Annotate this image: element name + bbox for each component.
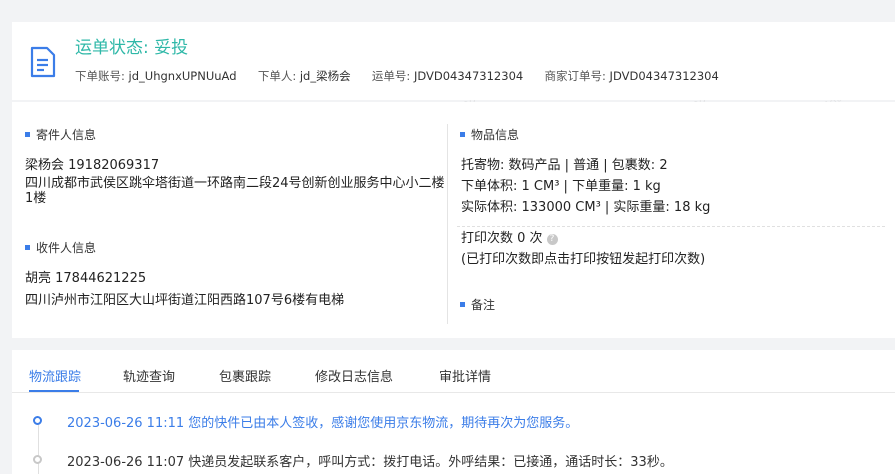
merchant-order-label: 商家订单号: bbox=[544, 69, 606, 83]
account-label: 下单账号: bbox=[75, 69, 125, 83]
receiver-address: 四川泸州市江阳区大山坪街道江阳西路107号6楼有电梯 bbox=[25, 293, 345, 308]
tab-change-log[interactable]: 修改日志信息 bbox=[315, 366, 393, 385]
timeline-item: 2023-06-26 11:11 您的快件已由本人签收，感谢您使用京东物流，期待… bbox=[67, 416, 579, 431]
account-value: jd_UhgnxUPNUuAd bbox=[128, 69, 237, 83]
goods-section-title: 物品信息 bbox=[460, 126, 519, 143]
tab-package-tracking[interactable]: 包裹跟踪 bbox=[219, 366, 271, 385]
goods-line-3: 实际体积: 133000 CM³ | 实际重量: 18 kg bbox=[461, 200, 711, 215]
timeline-line bbox=[38, 420, 39, 474]
receiver-name-phone: 胡亮 17844621225 bbox=[25, 271, 147, 286]
tab-logistics-tracking[interactable]: 物流跟踪 bbox=[29, 366, 81, 385]
tracking-card: 物流跟踪 轨迹查询 包裹跟踪 修改日志信息 审批详情 2023-06-26 11… bbox=[12, 350, 895, 474]
receiver-section-title: 收件人信息 bbox=[25, 239, 96, 256]
merchant-order-value: JDVD04347312304 bbox=[609, 69, 719, 83]
detail-card: 寄件人信息 梁杨会 19182069317 四川成都市武侯区跳伞塔街道一环路南二… bbox=[12, 102, 895, 338]
print-count: 打印次数 0 次? bbox=[461, 227, 558, 246]
remarks-section-title: 备注 bbox=[460, 296, 495, 313]
tab-trajectory-query[interactable]: 轨迹查询 bbox=[123, 366, 175, 385]
timeline-dot bbox=[33, 455, 42, 464]
document-icon bbox=[30, 46, 56, 78]
waybill-value: JDVD04347312304 bbox=[413, 69, 524, 83]
timeline-dot-current bbox=[33, 416, 42, 425]
print-hint: (已打印次数即点击打印按钮发起打印次数) bbox=[461, 252, 706, 267]
sender-section-title: 寄件人信息 bbox=[25, 126, 96, 143]
active-tab-indicator bbox=[29, 390, 79, 392]
timeline-item: 2023-06-26 11:07 快递员发起联系客户，呼叫方式：拨打电话。外呼结… bbox=[67, 455, 673, 470]
column-divider bbox=[447, 124, 448, 324]
help-icon[interactable]: ? bbox=[546, 234, 558, 245]
sender-address: 四川成都市武侯区跳伞塔街道一环路南二段24号创新创业服务中心小二楼1楼 bbox=[25, 176, 445, 206]
goods-line-2: 下单体积: 1 CM³ | 下单重量: 1 kg bbox=[461, 179, 661, 194]
tab-approval-details[interactable]: 审批详情 bbox=[439, 366, 491, 385]
goods-line-1: 托寄物: 数码产品 | 普通 | 包裹数: 2 bbox=[461, 158, 668, 173]
waybill-header-card: 运单状态: 妥投 下单账号: jd_UhgnxUPNUuAd 下单人: jd_梁… bbox=[12, 22, 895, 100]
orderer-label: 下单人: bbox=[257, 69, 297, 83]
orderer-value: jd_梁杨会 bbox=[299, 69, 351, 83]
waybill-label: 运单号: bbox=[371, 69, 411, 83]
waybill-status: 运单状态: 妥投 bbox=[75, 38, 189, 58]
waybill-meta: 下单账号: jd_UhgnxUPNUuAd 下单人: jd_梁杨会 运单号: J… bbox=[75, 68, 719, 84]
tabs-divider bbox=[12, 392, 895, 393]
sender-name-phone: 梁杨会 19182069317 bbox=[25, 158, 160, 173]
